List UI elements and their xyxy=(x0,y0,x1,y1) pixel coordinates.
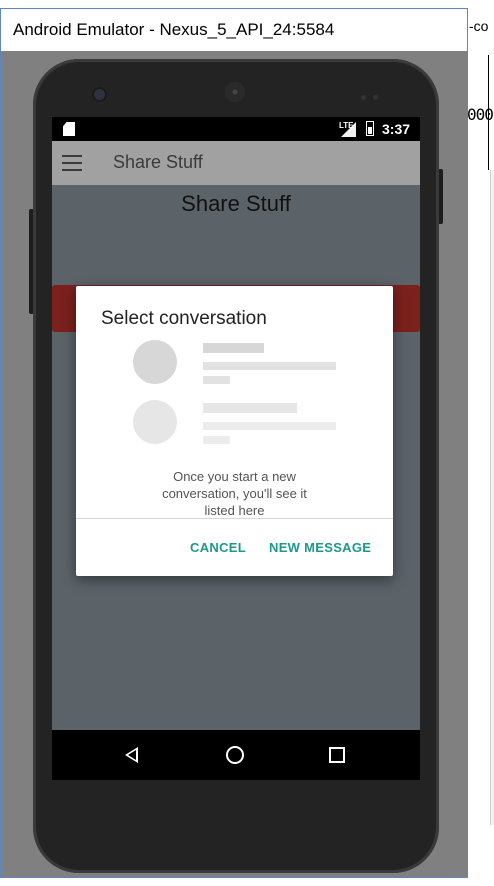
sd-card-icon xyxy=(63,122,75,136)
app-bar: Share Stuff xyxy=(52,141,420,185)
placeholder-line xyxy=(203,436,230,444)
sensor-icon xyxy=(373,95,378,100)
page-heading: Share Stuff xyxy=(181,191,291,216)
status-time: 3:37 xyxy=(382,121,411,137)
empty-state-message: Once you start a new conversation, you'l… xyxy=(76,468,393,519)
empty-state-line: Once you start a new xyxy=(173,469,296,484)
host-text-fragment-middle: 0000 xyxy=(467,105,494,124)
placeholder-line xyxy=(203,376,230,384)
empty-state-line: listed here xyxy=(204,503,265,518)
cancel-button[interactable]: CANCEL xyxy=(190,540,246,555)
back-icon[interactable] xyxy=(125,747,138,763)
select-conversation-dialog: Select conversation Once you start a new… xyxy=(76,286,393,576)
front-camera-icon xyxy=(94,89,105,100)
placeholder-line xyxy=(203,362,336,370)
battery-icon xyxy=(366,121,374,136)
network-type: LTE xyxy=(339,121,354,130)
placeholder-line xyxy=(203,343,264,353)
home-icon[interactable] xyxy=(226,746,244,764)
placeholder-avatar xyxy=(133,400,177,444)
window-titlebar[interactable]: Android Emulator - Nexus_5_API_24:5584 xyxy=(1,9,467,51)
placeholder-line xyxy=(203,403,297,413)
host-text-fragment-top: -co xyxy=(469,18,489,34)
navigation-bar xyxy=(52,730,420,780)
host-window-edge-lower xyxy=(490,170,494,825)
empty-state-line: conversation, you'll see it xyxy=(162,486,307,501)
window-title: Android Emulator - Nexus_5_API_24:5584 xyxy=(13,20,335,39)
dialog-title: Select conversation xyxy=(101,308,267,329)
status-bar: LTE 3:37 xyxy=(52,117,420,141)
new-message-button[interactable]: NEW MESSAGE xyxy=(269,540,371,555)
placeholder-line xyxy=(203,422,336,430)
app-title: Share Stuff xyxy=(113,152,203,172)
menu-icon[interactable] xyxy=(62,155,82,171)
sensor-icon xyxy=(361,95,366,100)
speaker-grill-icon xyxy=(225,82,245,102)
placeholder-avatar xyxy=(133,340,177,384)
recents-icon[interactable] xyxy=(329,747,345,763)
dialog-divider xyxy=(76,518,393,519)
